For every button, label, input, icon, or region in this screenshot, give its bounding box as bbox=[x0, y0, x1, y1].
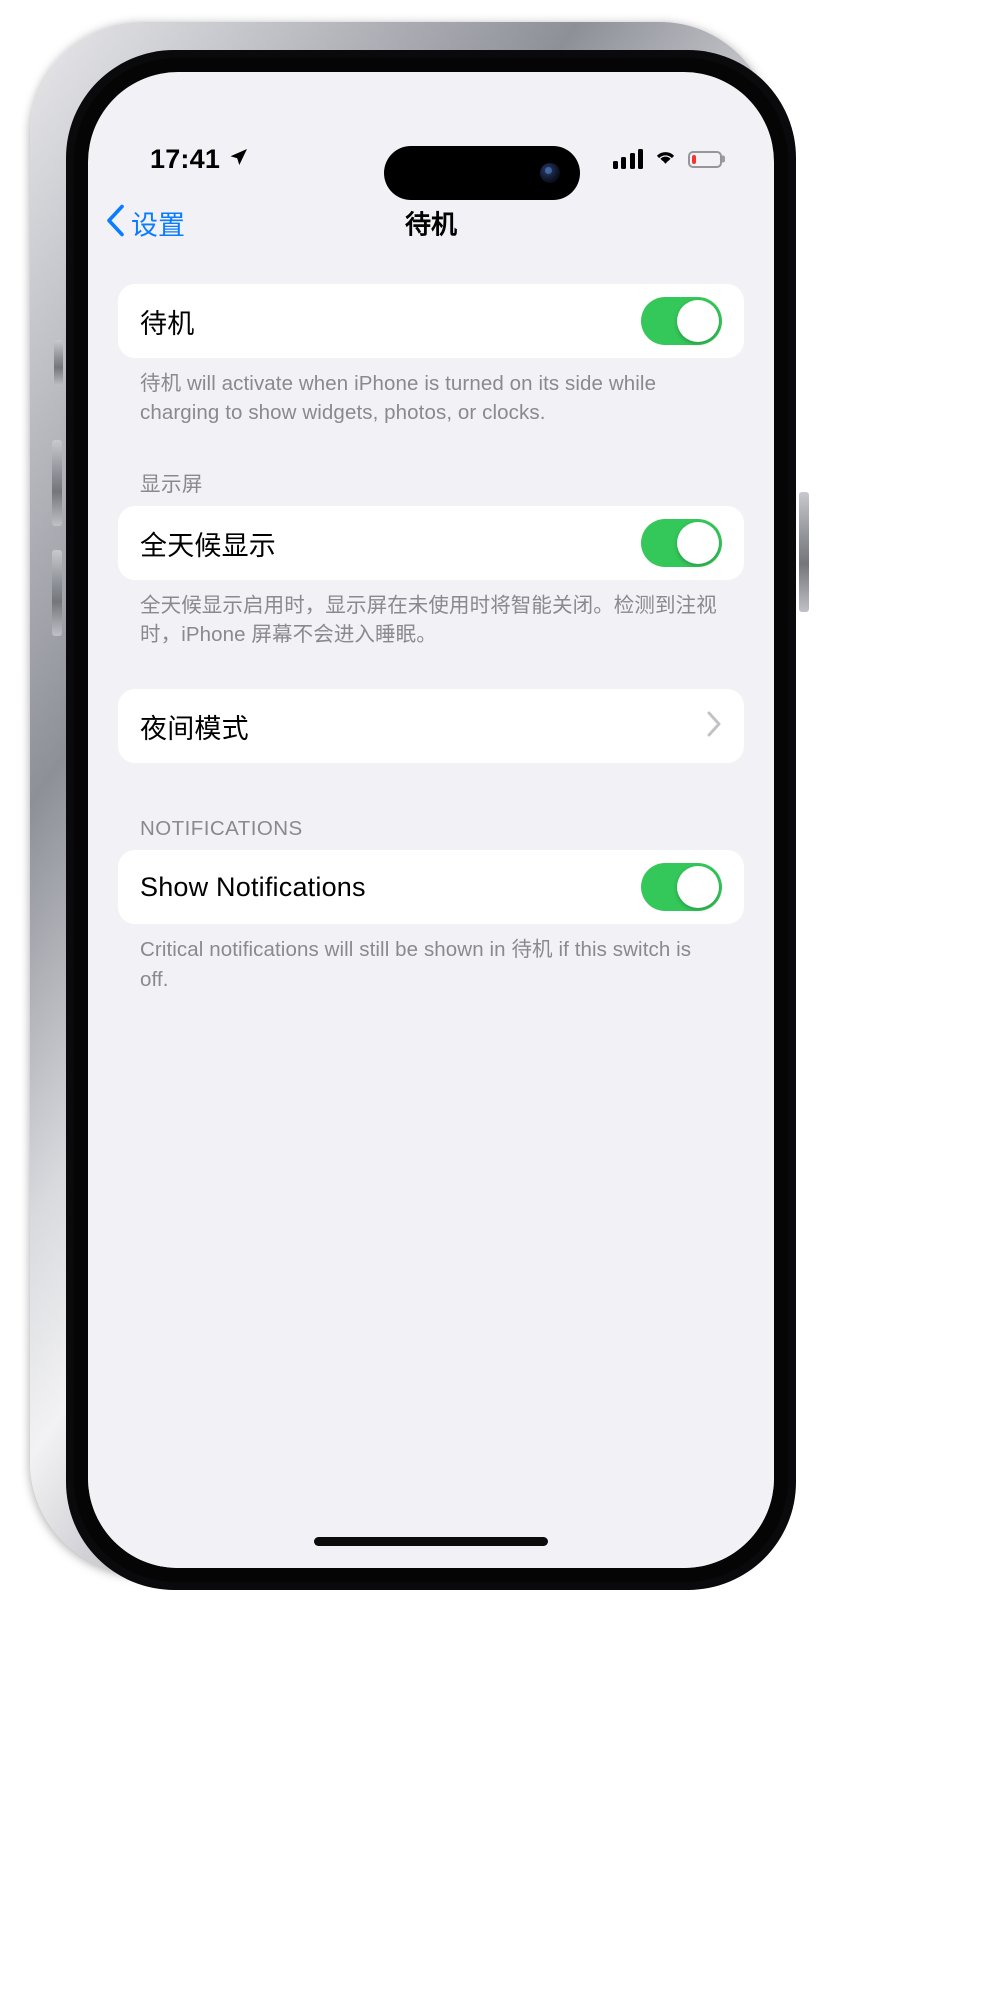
status-bar-right bbox=[612, 147, 722, 171]
volume-down-button[interactable] bbox=[52, 550, 62, 636]
always-on-display-toggle[interactable] bbox=[641, 519, 722, 568]
spacer-night-mode bbox=[118, 649, 744, 689]
row-always-on-display-label: 全天候显示 bbox=[140, 530, 276, 561]
spacer-display bbox=[118, 427, 744, 467]
location-arrow-icon bbox=[227, 146, 249, 173]
front-camera-icon bbox=[540, 163, 560, 183]
section-standby-footer: 待机 will activate when iPhone is turned o… bbox=[140, 372, 657, 425]
battery-icon bbox=[688, 150, 722, 168]
toggle-knob bbox=[677, 300, 719, 342]
row-show-notifications-label: Show Notifications bbox=[140, 871, 366, 902]
chevron-right-icon bbox=[706, 711, 722, 742]
row-standby[interactable]: 待机 bbox=[118, 284, 744, 358]
dynamic-island[interactable] bbox=[384, 146, 580, 200]
section-display-footer: 全天候显示启用时，显示屏在未使用时将智能关闭。检测到注视时，iPhone 屏幕不… bbox=[140, 594, 717, 647]
section-display-card: 全天候显示 bbox=[118, 506, 744, 581]
volume-up-button[interactable] bbox=[52, 440, 62, 526]
section-notifications-footer: Critical notifications will still be sho… bbox=[140, 938, 692, 991]
wifi-icon bbox=[653, 147, 678, 171]
show-notifications-toggle[interactable] bbox=[641, 863, 722, 912]
section-standby-card: 待机 bbox=[118, 284, 744, 358]
row-night-mode-label: 夜间模式 bbox=[140, 713, 249, 744]
section-header-notifications: NOTIFICATIONS bbox=[140, 817, 303, 841]
section-notifications-card: Show Notifications bbox=[118, 850, 744, 925]
row-night-mode[interactable]: 夜间模式 bbox=[118, 689, 744, 763]
silence-switch[interactable] bbox=[54, 340, 63, 386]
status-bar-left: 17:41 bbox=[150, 144, 249, 175]
row-standby-label: 待机 bbox=[140, 308, 195, 339]
iphone-screen: 17:41 设置 待机 待机 待机 will activate when iPh… bbox=[88, 72, 774, 1568]
screenshot-stage: 17:41 设置 待机 待机 待机 will activate when iPh… bbox=[0, 0, 1000, 2000]
spacer-notifications bbox=[118, 763, 744, 817]
status-time: 17:41 bbox=[150, 143, 221, 174]
standby-toggle[interactable] bbox=[641, 297, 722, 345]
row-always-on-display[interactable]: 全天候显示 bbox=[118, 506, 744, 580]
cellular-bars-icon bbox=[612, 149, 643, 169]
iphone-frame: 17:41 设置 待机 待机 待机 will activate when iPh… bbox=[30, 22, 809, 1590]
toggle-knob bbox=[677, 522, 719, 565]
page-title: 待机 bbox=[404, 209, 457, 240]
section-header-display: 显示屏 bbox=[140, 473, 203, 497]
settings-list: 待机 待机 will activate when iPhone is turne… bbox=[88, 256, 774, 1568]
battery-fill bbox=[692, 154, 696, 164]
power-button[interactable] bbox=[799, 492, 809, 612]
row-show-notifications[interactable]: Show Notifications bbox=[118, 850, 744, 924]
section-night-mode-card: 夜间模式 bbox=[118, 689, 744, 764]
spacer-top bbox=[118, 256, 744, 284]
home-indicator[interactable] bbox=[314, 1537, 548, 1546]
toggle-knob bbox=[677, 866, 719, 909]
